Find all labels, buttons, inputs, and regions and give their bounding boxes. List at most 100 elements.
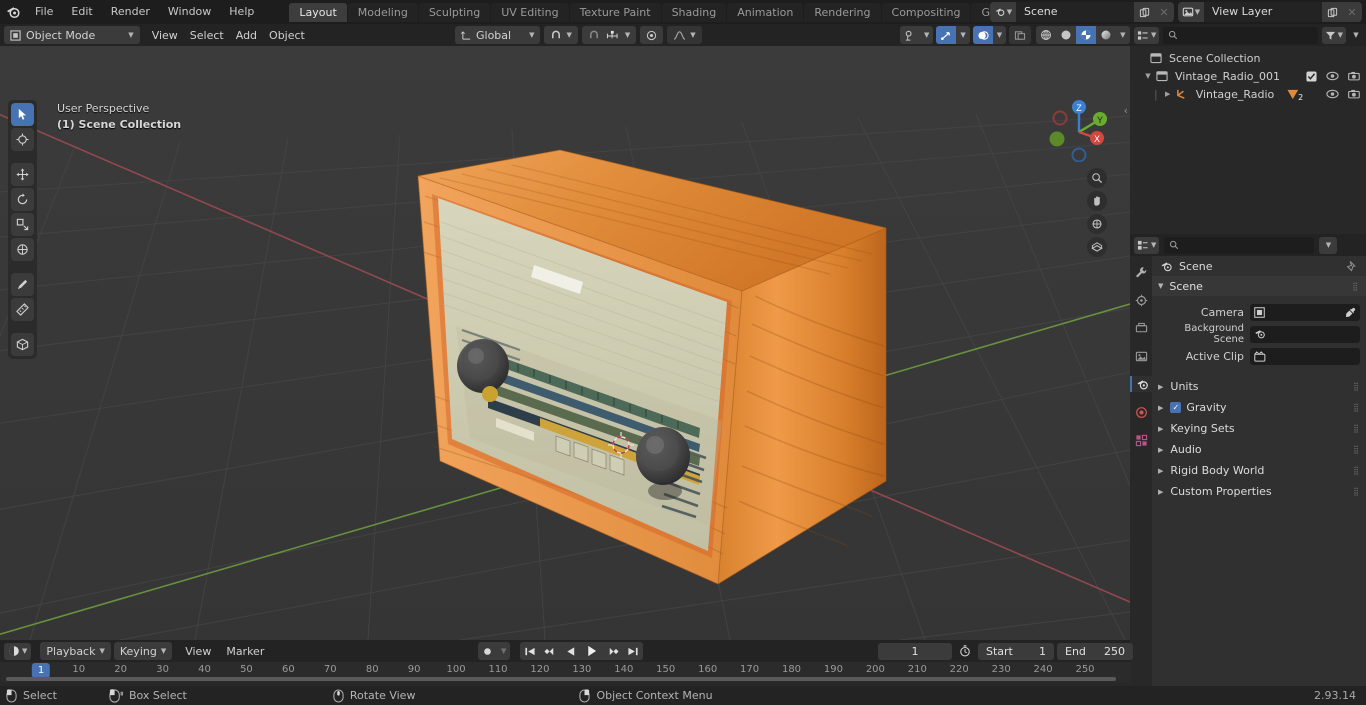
chevron-down-icon[interactable]: ▼	[956, 26, 969, 44]
expander-down-icon[interactable]: ▼	[1142, 72, 1154, 80]
scene-icon[interactable]: ▼	[990, 2, 1016, 22]
properties-options-button[interactable]: ▼	[1319, 236, 1338, 254]
outliner-row-vintage-radio-001[interactable]: ▼ Vintage_Radio_001	[1130, 67, 1366, 85]
play-reverse-button[interactable]	[561, 642, 581, 660]
blender-logo-icon[interactable]	[0, 0, 26, 24]
next-keyframe-button[interactable]	[602, 642, 623, 660]
outliner-filter-button[interactable]: ▼	[1321, 26, 1346, 44]
units-panel[interactable]: ▶ Units ⣿	[1152, 376, 1366, 397]
timeline-ruler[interactable]: 10 20 30 40 50 60 70 80 90 100 110 120 130 140 150 160 1…	[0, 662, 1130, 682]
jump-to-end-button[interactable]	[623, 642, 643, 660]
record-icon[interactable]	[478, 642, 497, 660]
visibility-icon[interactable]	[900, 26, 920, 44]
custom-properties-panel[interactable]: ▶ Custom Properties ⣿	[1152, 481, 1366, 502]
remove-view-layer-button[interactable]: ✕	[1342, 2, 1362, 22]
timeline-playhead[interactable]: 1	[31, 663, 51, 678]
expander-right-icon[interactable]: ▶	[1158, 467, 1163, 475]
audio-panel[interactable]: ▶ Audio ⣿	[1152, 439, 1366, 460]
object-visibility-toggle[interactable]: ▼	[900, 26, 934, 44]
hide-in-viewport-icon[interactable]	[1326, 89, 1339, 99]
background-scene-field[interactable]	[1250, 325, 1360, 343]
menu-file[interactable]: File	[26, 0, 62, 24]
menu-edit[interactable]: Edit	[62, 0, 101, 24]
add-cube-tool[interactable]	[11, 333, 34, 356]
workspace-tab-uv-editing[interactable]: UV Editing	[491, 2, 569, 22]
workspace-tab-compositing[interactable]: Compositing	[881, 2, 971, 22]
solid-shading-button[interactable]	[1056, 26, 1076, 44]
tab-render[interactable]	[1132, 292, 1150, 308]
sidebar-collapse-icon[interactable]: ‹	[1124, 104, 1128, 117]
gravity-panel[interactable]: ▶ ✓ Gravity ⣿	[1152, 397, 1366, 418]
tab-world[interactable]	[1132, 404, 1150, 420]
scale-tool[interactable]	[11, 213, 34, 236]
gizmo-icon[interactable]	[936, 26, 957, 44]
tab-tool[interactable]	[1132, 264, 1150, 280]
tab-output[interactable]	[1132, 320, 1150, 336]
end-frame-field[interactable]: End 250	[1057, 642, 1133, 660]
keying-sets-panel[interactable]: ▶ Keying Sets ⣿	[1152, 418, 1366, 439]
gravity-checkbox[interactable]: ✓	[1170, 402, 1182, 413]
pin-icon[interactable]	[1346, 260, 1358, 272]
workspace-tab-shading[interactable]: Shading	[661, 2, 727, 22]
start-frame-field[interactable]: Start 1	[978, 642, 1054, 660]
menu-window[interactable]: Window	[159, 0, 220, 24]
measure-tool[interactable]	[11, 298, 34, 321]
tab-scene[interactable]	[1130, 376, 1152, 392]
drag-handle[interactable]: ⣿	[1353, 424, 1359, 433]
jump-to-start-button[interactable]	[520, 642, 540, 660]
properties-search-input[interactable]	[1164, 236, 1315, 254]
tab-object-data[interactable]	[1132, 432, 1150, 448]
workspace-tab-texture-paint[interactable]: Texture Paint	[569, 2, 661, 22]
timeline-horizontal-scrollbar[interactable]	[6, 677, 1116, 681]
outliner-row-vintage-radio[interactable]: | ▶ Vintage_Radio 2	[1130, 85, 1366, 103]
workspace-tab-layout[interactable]: Layout	[289, 2, 347, 22]
zoom-icon[interactable]	[1087, 168, 1107, 188]
ortho-icon[interactable]	[1087, 237, 1107, 257]
snap-settings[interactable]: ▼	[581, 26, 637, 44]
play-button[interactable]	[581, 642, 602, 660]
outliner-options-button[interactable]: ▼	[1350, 31, 1362, 39]
gizmo-toggle[interactable]: ▼	[936, 26, 970, 44]
expander-right-icon[interactable]: ▶	[1158, 404, 1163, 412]
transform-orientation-selector[interactable]: Global ▼	[455, 26, 541, 44]
workspace-tab-animation[interactable]: Animation	[727, 2, 804, 22]
viewport-canvas[interactable]	[0, 46, 1130, 640]
xray-toggle[interactable]	[1009, 26, 1032, 44]
material-preview-shading-button[interactable]	[1076, 26, 1097, 44]
timeline-editor-type-selector[interactable]: ▼	[4, 642, 32, 660]
keying-menu[interactable]: Keying ▼	[113, 642, 173, 660]
hide-in-viewport-icon[interactable]	[1326, 71, 1339, 81]
expander-right-icon[interactable]: ▶	[1158, 425, 1163, 433]
menu-render[interactable]: Render	[102, 0, 159, 24]
proportional-edit-toggle[interactable]	[640, 26, 664, 44]
eyedropper-icon[interactable]	[1345, 307, 1356, 318]
hand-icon[interactable]	[1087, 191, 1107, 211]
expander-down-icon[interactable]: ▼	[1158, 282, 1163, 290]
camera-icon[interactable]	[1087, 214, 1107, 234]
proportional-falloff-selector[interactable]: ▼	[667, 26, 702, 44]
scene-selector[interactable]: ▼ Scene ✕	[990, 2, 1174, 22]
3d-viewport[interactable]: User Perspective (1) Scene Collection Z …	[0, 46, 1130, 640]
drag-handle[interactable]: ⣿	[1353, 403, 1359, 412]
navigation-gizmo[interactable]: Z Y X	[1043, 92, 1113, 162]
outliner-search-input[interactable]	[1163, 26, 1318, 44]
overlays-toggle[interactable]: ▼	[972, 26, 1007, 44]
viewport-menu-add[interactable]: Add	[230, 26, 263, 44]
annotate-tool[interactable]	[11, 273, 34, 296]
viewport-menu-view[interactable]: View	[146, 26, 184, 44]
disable-in-render-icon[interactable]	[1348, 71, 1360, 81]
cursor-tool[interactable]	[11, 128, 34, 151]
scene-panel-header[interactable]: ▼ Scene ⣿	[1152, 276, 1366, 296]
rendered-shading-button[interactable]	[1096, 26, 1116, 44]
stopwatch-icon[interactable]	[955, 643, 975, 660]
drag-handle[interactable]: ⣿	[1353, 466, 1359, 475]
shading-mode-selector[interactable]: ▼	[1036, 26, 1130, 44]
properties-editor-type-selector[interactable]: ▼	[1134, 236, 1160, 254]
collection-checkbox[interactable]	[1306, 70, 1317, 82]
drag-handle[interactable]: ⣿	[1352, 282, 1359, 291]
rigid-body-world-panel[interactable]: ▶ Rigid Body World ⣿	[1152, 460, 1366, 481]
chevron-down-icon[interactable]: ▼	[1116, 26, 1129, 44]
transform-tool[interactable]	[11, 238, 34, 261]
playback-menu[interactable]: Playback ▼	[40, 642, 111, 660]
camera-field[interactable]	[1250, 303, 1360, 321]
